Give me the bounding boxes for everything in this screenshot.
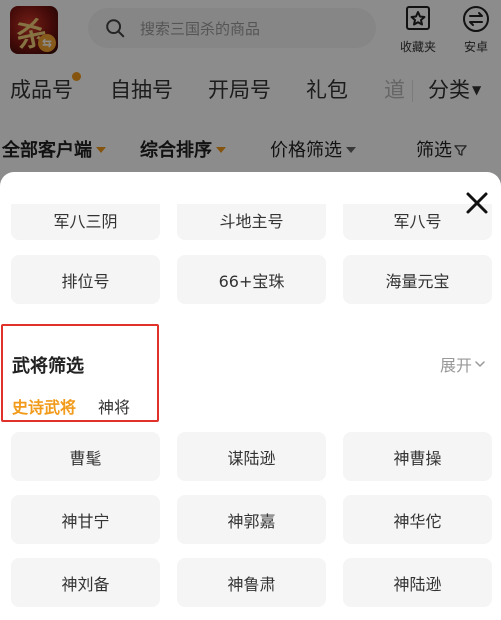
general-chip[interactable]: 神甘宁 <box>11 495 160 544</box>
general-chip[interactable]: 神鲁肃 <box>177 558 326 607</box>
tag-chip-ingots[interactable]: 海量元宝 <box>343 255 492 304</box>
general-chip[interactable]: 神曹操 <box>343 432 492 481</box>
tag-chip-pearls[interactable]: 66+宝珠 <box>177 255 326 304</box>
section-title-generals: 武将筛选 <box>12 356 84 377</box>
sub-tab-god-generals[interactable]: 神将 <box>98 394 130 418</box>
expand-button[interactable]: 展开 <box>440 352 486 376</box>
filter-sheet: 军八三阴 斗地主号 军八号 排位号 66+宝珠 海量元宝 武将筛选 展开 史诗武… <box>0 172 501 620</box>
tag-chip-rank[interactable]: 排位号 <box>11 255 160 304</box>
general-chip[interactable]: 神陆逊 <box>343 558 492 607</box>
general-chip[interactable]: 神刘备 <box>11 558 160 607</box>
close-button[interactable] <box>462 188 492 218</box>
general-chip[interactable]: 神华佗 <box>343 495 492 544</box>
general-chip[interactable]: 谋陆逊 <box>177 432 326 481</box>
expand-label: 展开 <box>440 356 473 375</box>
general-chip[interactable]: 神郭嘉 <box>177 495 326 544</box>
sub-tab-epic-generals[interactable]: 史诗武将 <box>12 394 76 418</box>
tag-chip[interactable]: 军八三阴 <box>11 204 160 240</box>
close-icon <box>466 192 488 214</box>
general-chip[interactable]: 曹髦 <box>11 432 160 481</box>
chevron-down-icon <box>475 361 485 367</box>
tag-chip[interactable]: 斗地主号 <box>177 204 326 240</box>
